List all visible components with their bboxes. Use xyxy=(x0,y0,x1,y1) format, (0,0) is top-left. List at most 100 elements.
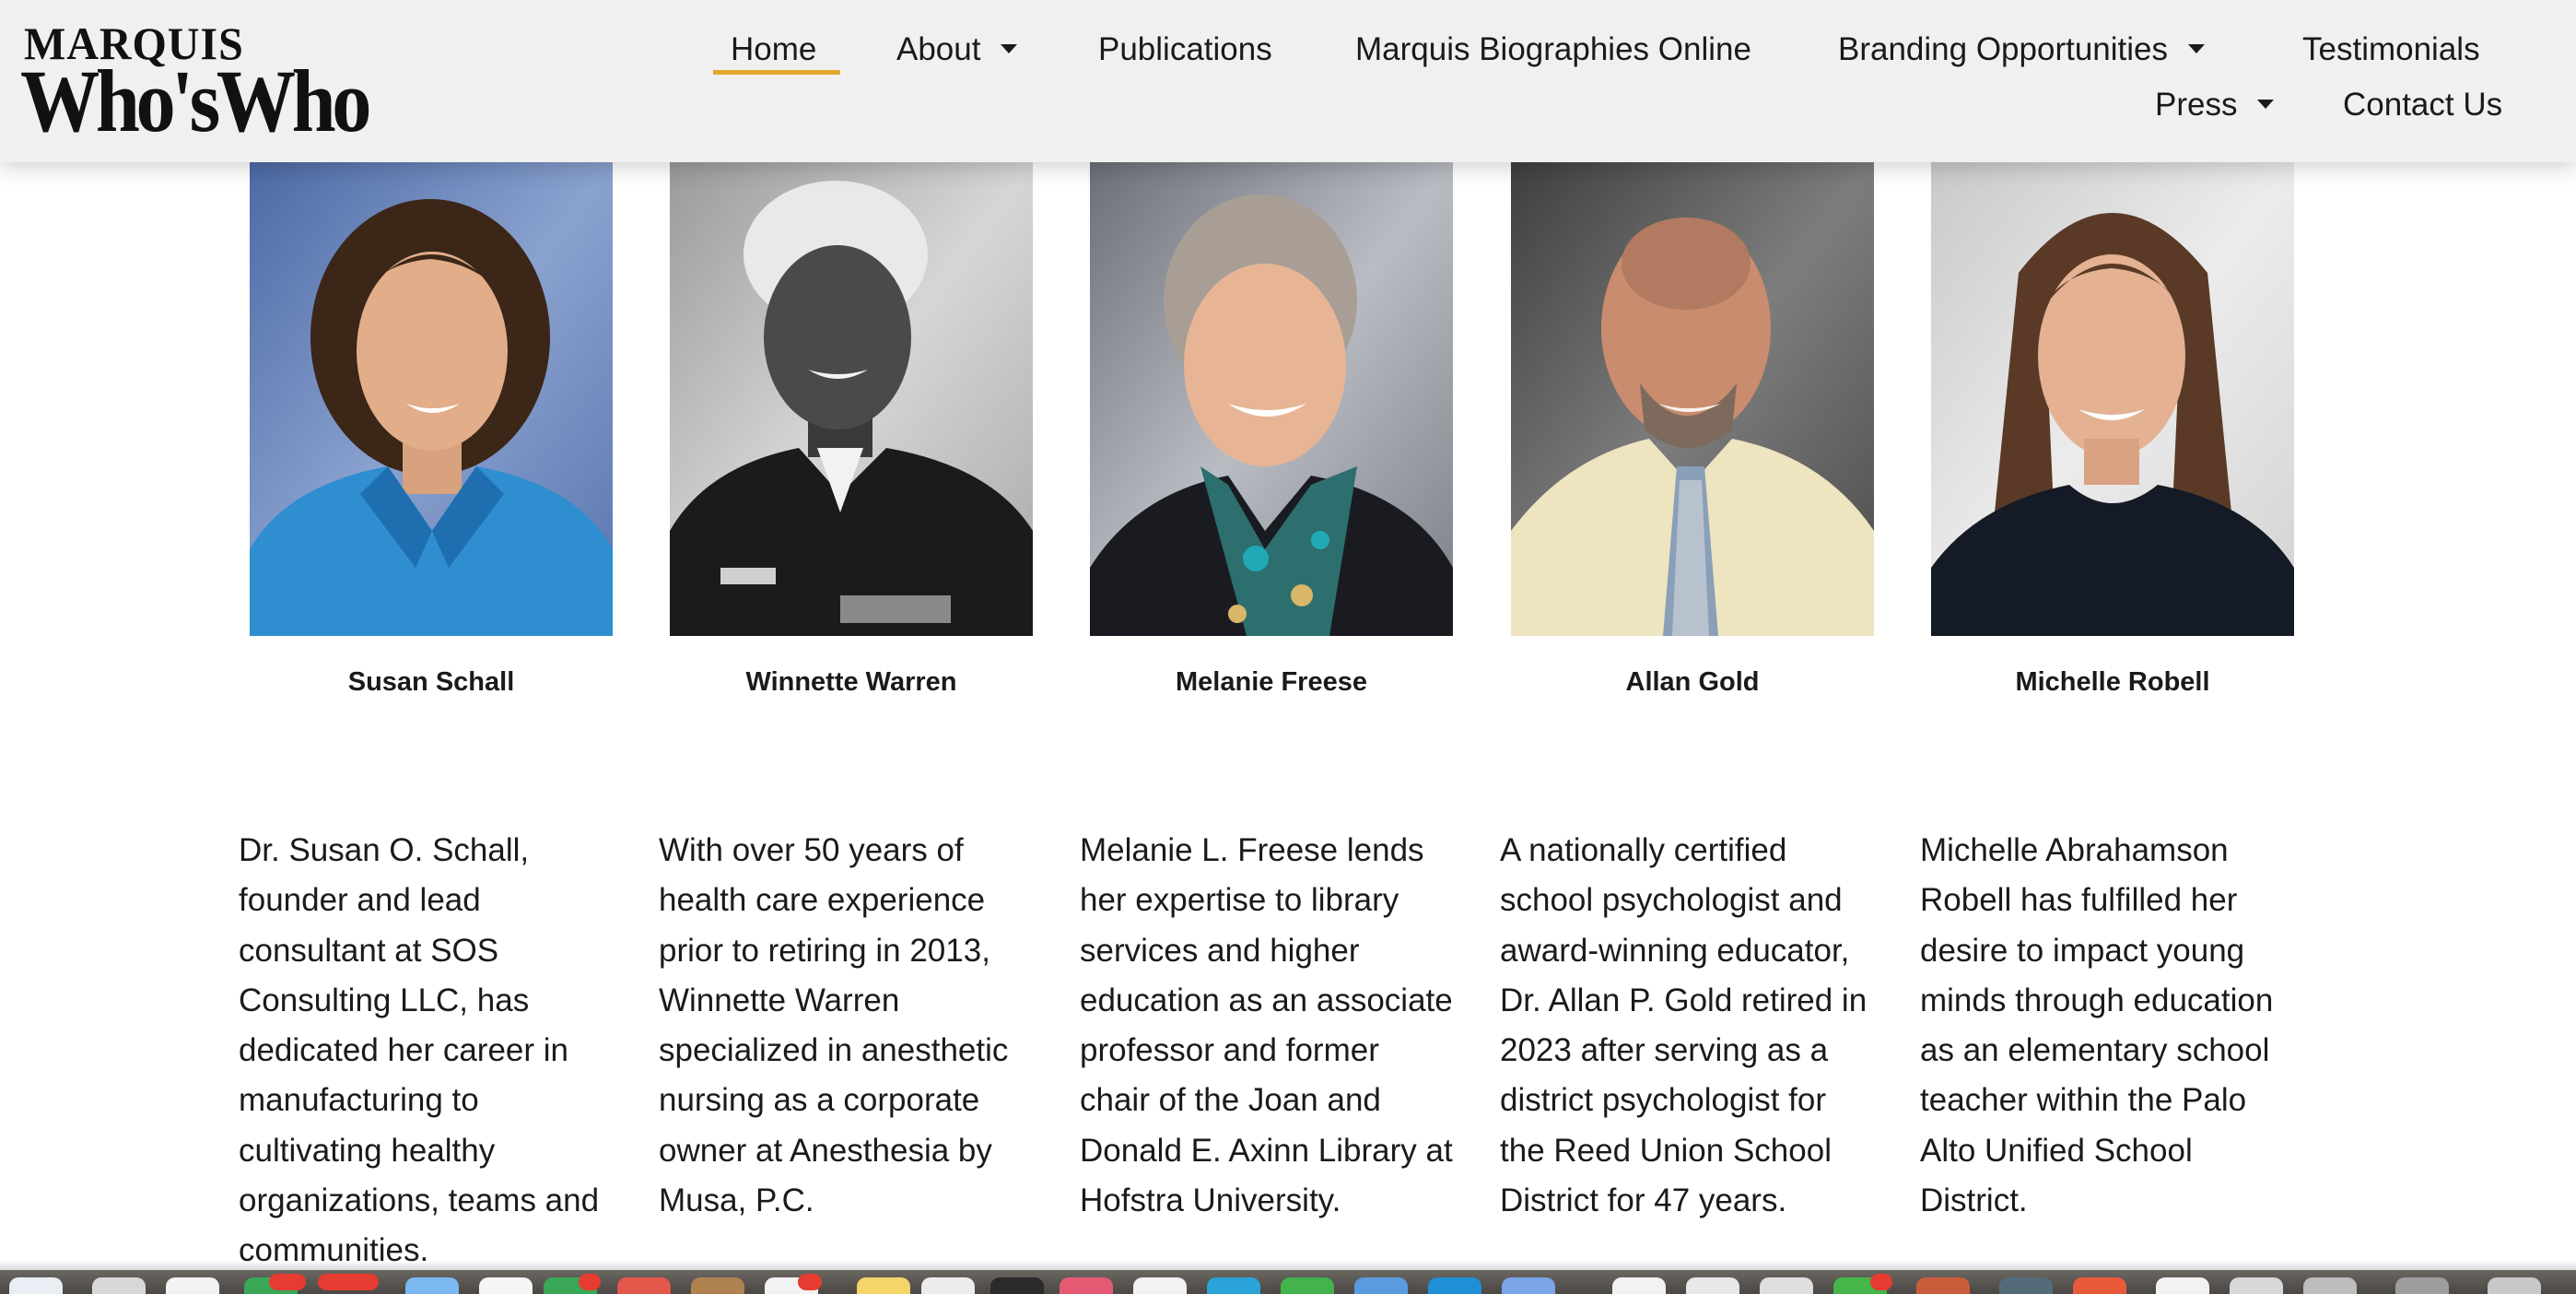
bio-line: Melanie L. Freese lends xyxy=(1080,832,1424,868)
app-icon[interactable] xyxy=(1354,1277,1408,1294)
bio-line: Dr. Allan P. Gold retired in xyxy=(1500,982,1868,1018)
member-photo-allan-gold[interactable] xyxy=(1511,162,1874,636)
bio-line: Robell has fulfilled her xyxy=(1920,882,2238,919)
app-icon[interactable] xyxy=(1760,1277,1813,1294)
bio-line: Dr. Susan O. Schall, xyxy=(239,832,530,868)
finder-icon[interactable] xyxy=(9,1277,63,1294)
app-icon[interactable] xyxy=(1916,1277,1970,1294)
notification-badge xyxy=(798,1274,822,1290)
bio-line: education as an associate xyxy=(1080,982,1453,1018)
nav-about[interactable]: About xyxy=(896,31,1018,67)
portrait-image xyxy=(1090,162,1453,636)
member-photo-michelle-robell[interactable] xyxy=(1931,162,2294,636)
app-icon[interactable] xyxy=(691,1277,744,1294)
app-icon[interactable] xyxy=(479,1277,533,1294)
nav-about-label: About xyxy=(896,31,981,67)
app-icon[interactable] xyxy=(2303,1277,2357,1294)
bio-line: minds through education xyxy=(1920,982,2274,1018)
notification-badge xyxy=(318,1274,379,1290)
nav-home[interactable]: Home xyxy=(731,33,816,65)
bio-line: founder and lead xyxy=(239,882,481,919)
bio-line: teacher within the Palo xyxy=(1920,1082,2247,1119)
nav-contact-label: Contact Us xyxy=(2343,87,2503,123)
notes-icon[interactable] xyxy=(857,1277,910,1294)
app-icon[interactable] xyxy=(921,1277,975,1294)
nav-testimonials-label: Testimonials xyxy=(2302,31,2480,67)
portrait-image xyxy=(670,162,1033,636)
web-page: MARQUIS Who'sWho Home About Publications… xyxy=(0,0,2576,1294)
member-photo-susan-schall[interactable] xyxy=(250,162,613,636)
nav-press[interactable]: Press xyxy=(2155,87,2275,123)
bio-line: specialized in anesthetic xyxy=(659,1032,1009,1069)
member-name-allan-gold: Allan Gold xyxy=(1625,667,1760,697)
app-icon[interactable] xyxy=(2073,1277,2126,1294)
nav-press-label: Press xyxy=(2155,87,2238,123)
member-name-winnette-warren: Winnette Warren xyxy=(745,667,957,697)
app-icon[interactable] xyxy=(166,1277,219,1294)
trash-icon[interactable] xyxy=(2488,1277,2541,1294)
bio-line: With over 50 years of xyxy=(659,832,964,868)
bio-line: the Reed Union School xyxy=(1500,1132,1832,1169)
marquis-whos-who-logo[interactable]: MARQUIS Who'sWho xyxy=(20,17,374,146)
app-icon[interactable] xyxy=(2156,1277,2209,1294)
app-icon[interactable] xyxy=(2230,1277,2283,1294)
nav-biographies-label: Marquis Biographies Online xyxy=(1355,31,1751,67)
nav-home-active-underline xyxy=(713,70,840,75)
bio-line: Donald E. Axinn Library at xyxy=(1080,1132,1453,1169)
bio-line: organizations, teams and xyxy=(239,1182,600,1219)
caret-down-icon xyxy=(2257,99,2275,109)
member-bio-winnette-warren: With over 50 years of health care experi… xyxy=(659,826,1055,1226)
notification-badge xyxy=(269,1274,306,1290)
bio-line: award-winning educator, xyxy=(1500,932,1850,969)
bio-line: as an elementary school xyxy=(1920,1032,2270,1069)
member-bio-allan-gold: A nationally certified school psychologi… xyxy=(1500,826,1896,1226)
member-name-melanie-freese: Melanie Freese xyxy=(1176,667,1367,697)
app-icon[interactable] xyxy=(405,1277,459,1294)
bio-line: health care experience xyxy=(659,882,986,919)
bio-line: consultant at SOS xyxy=(239,932,499,969)
bio-line: professor and former xyxy=(1080,1032,1379,1069)
portrait-image xyxy=(1511,162,1874,636)
app-icon[interactable] xyxy=(1612,1277,1666,1294)
bio-line: her expertise to library xyxy=(1080,882,1399,919)
member-photo-winnette-warren[interactable] xyxy=(670,162,1033,636)
member-photo-melanie-freese[interactable] xyxy=(1090,162,1453,636)
nav-branding-opportunities[interactable]: Branding Opportunities xyxy=(1838,33,2205,65)
bio-line: desire to impact young xyxy=(1920,932,2245,969)
app-icon[interactable] xyxy=(1207,1277,1260,1294)
app-icon[interactable] xyxy=(990,1277,1044,1294)
nav-publications[interactable]: Publications xyxy=(1098,33,1272,65)
app-icon[interactable] xyxy=(1502,1277,1555,1294)
notification-badge xyxy=(579,1274,601,1290)
nav-contact-us[interactable]: Contact Us xyxy=(2343,88,2502,121)
bio-line: services and higher xyxy=(1080,932,1360,969)
notification-badge xyxy=(1870,1274,1892,1290)
member-bio-michelle-robell: Michelle Abrahamson Robell has fulfilled… xyxy=(1920,826,2316,1226)
bio-line: Musa, P.C. xyxy=(659,1182,814,1219)
site-header: MARQUIS Who'sWho Home About Publications… xyxy=(0,0,2576,162)
app-icon[interactable] xyxy=(1133,1277,1187,1294)
bio-line: Winnette Warren xyxy=(659,982,900,1018)
bio-line: District. xyxy=(1920,1182,2028,1219)
macos-dock xyxy=(0,1270,2576,1294)
app-icon[interactable] xyxy=(1999,1277,2053,1294)
launchpad-icon[interactable] xyxy=(92,1277,146,1294)
member-name-susan-schall: Susan Schall xyxy=(347,667,515,697)
app-icon[interactable] xyxy=(1281,1277,1334,1294)
nav-marquis-biographies-online[interactable]: Marquis Biographies Online xyxy=(1355,33,1751,65)
portrait-image xyxy=(1931,162,2294,636)
member-bio-melanie-freese: Melanie L. Freese lends her expertise to… xyxy=(1080,826,1476,1226)
downloads-icon[interactable] xyxy=(2395,1277,2449,1294)
bio-line: A nationally certified xyxy=(1500,832,1787,868)
app-icon[interactable] xyxy=(1060,1277,1113,1294)
app-icon[interactable] xyxy=(1428,1277,1481,1294)
nav-publications-label: Publications xyxy=(1098,31,1272,67)
nav-branding-label: Branding Opportunities xyxy=(1838,31,2168,67)
bio-line: prior to retiring in 2013, xyxy=(659,932,990,969)
bio-line: nursing as a corporate xyxy=(659,1082,980,1119)
bio-line: Michelle Abrahamson xyxy=(1920,832,2229,868)
member-name-michelle-robell: Michelle Robell xyxy=(2015,667,2210,697)
app-icon[interactable] xyxy=(1686,1277,1739,1294)
app-icon[interactable] xyxy=(617,1277,671,1294)
nav-testimonials[interactable]: Testimonials xyxy=(2302,33,2480,65)
